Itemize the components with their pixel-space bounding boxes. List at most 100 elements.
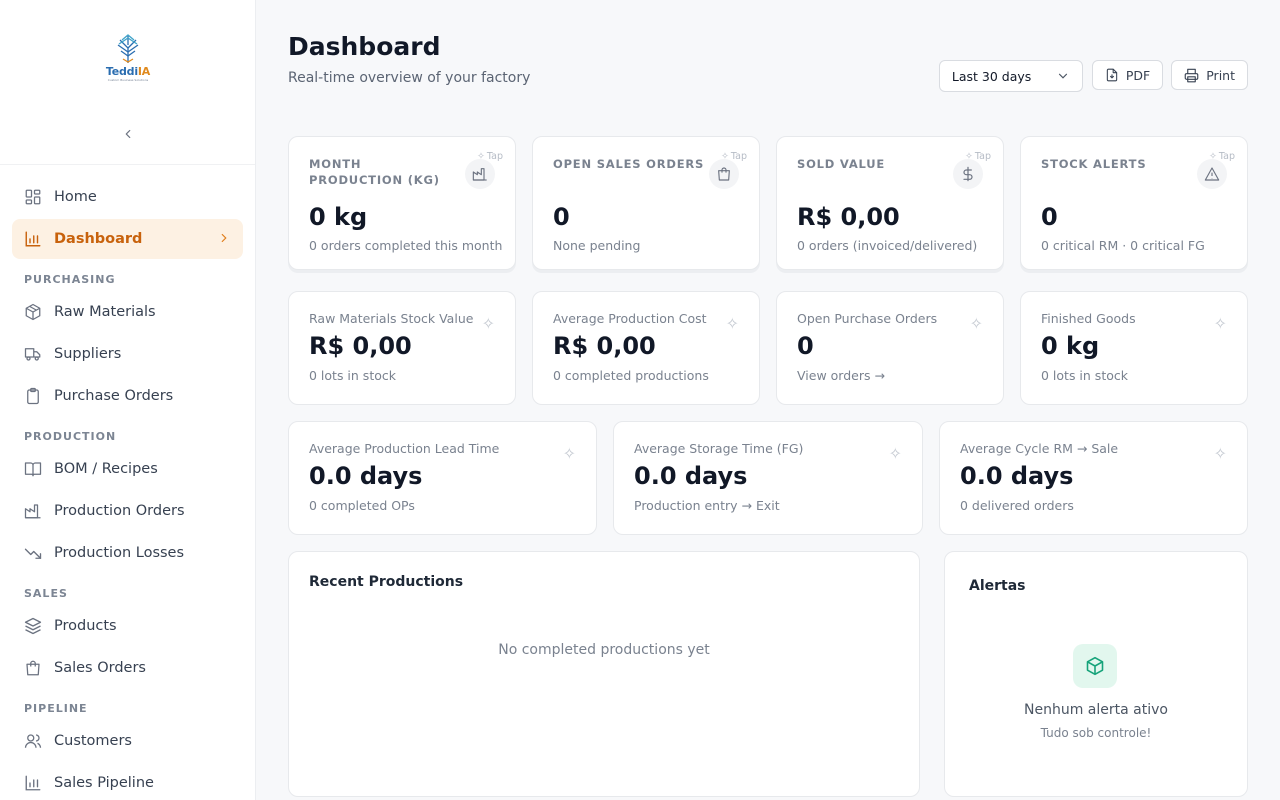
warning-triangle-icon <box>1197 159 1227 189</box>
metric-value: 0.0 days <box>960 462 1074 490</box>
metric-value: R$ 0,00 <box>309 332 412 360</box>
sidebar-item-label: Purchase Orders <box>54 388 174 404</box>
layout-grid-icon <box>24 188 42 206</box>
sidebar-item-home[interactable]: Home <box>12 177 243 217</box>
sidebar-item-products[interactable]: Products <box>12 606 243 646</box>
sparkle-icon: ✧ <box>888 444 902 463</box>
kpi-value: R$ 0,00 <box>797 203 900 231</box>
book-open-icon <box>24 460 42 478</box>
kpi-sub: 0 orders completed this month <box>309 238 503 253</box>
sparkle-icon: ✧ <box>1213 314 1227 333</box>
kpi-card-month-production[interactable]: ✧ Tap MONTH PRODUCTION (KG) 0 kg 0 orders… <box>288 136 516 270</box>
sidebar-item-production-orders[interactable]: Production Orders <box>12 491 243 531</box>
metric-value: 0 <box>797 332 814 360</box>
file-download-icon <box>1106 68 1118 82</box>
metric-sub: Production entry → Exit <box>634 498 780 513</box>
kpi-value: 0 <box>1041 203 1058 231</box>
metric-label: Finished Goods <box>1041 311 1136 326</box>
sidebar-item-sales-pipeline[interactable]: Sales Pipeline <box>12 763 243 800</box>
sidebar-item-purchase-orders[interactable]: Purchase Orders <box>12 376 243 416</box>
kpi-sub: 0 critical RM · 0 critical FG <box>1041 238 1205 253</box>
sidebar-item-production-losses[interactable]: Production Losses <box>12 533 243 573</box>
alerts-panel: Alertas Nenhum alerta ativo Tudo sob con… <box>944 551 1248 797</box>
sidebar-item-label: Dashboard <box>54 231 143 247</box>
empty-state-text: No completed productions yet <box>498 642 710 658</box>
bar-chart-icon <box>24 774 42 792</box>
sidebar-item-label: Production Orders <box>54 503 185 519</box>
kpi-card-sold-value[interactable]: ✧ Tap SOLD VALUE R$ 0,00 0 orders (invoic… <box>776 136 1004 270</box>
view-orders-link[interactable]: View orders → <box>797 368 885 383</box>
period-select[interactable]: Last 30 days <box>938 60 1083 92</box>
page-subtitle: Real-time overview of your factory <box>288 70 531 86</box>
metric-sub: 0 lots in stock <box>309 368 396 383</box>
pdf-button[interactable]: PDF <box>1091 60 1164 90</box>
collapse-sidebar-button[interactable] <box>118 124 138 144</box>
sidebar-item-label: Raw Materials <box>54 304 156 320</box>
metric-label: Average Production Cost <box>553 311 707 326</box>
bar-chart-icon <box>24 230 42 248</box>
kpi-card-stock-alerts[interactable]: ✧ Tap STOCK ALERTS 0 0 critical RM · 0 cr… <box>1020 136 1248 270</box>
sidebar-item-label: BOM / Recipes <box>54 461 158 477</box>
kpi-label: STOCK ALERTS <box>1041 157 1147 171</box>
alerts-empty-text: Nenhum alerta ativo <box>1024 702 1168 718</box>
trending-down-icon <box>24 544 42 562</box>
section-sales: SALES <box>24 587 68 600</box>
pdf-button-label: PDF <box>1125 67 1151 83</box>
print-button[interactable]: Print <box>1171 60 1248 90</box>
dollar-icon <box>953 159 983 189</box>
sidebar-item-label: Products <box>54 618 117 634</box>
brand-tagline: Custom Business Solutions <box>107 78 149 82</box>
package-check-icon <box>1073 644 1117 688</box>
clipboard-icon <box>24 387 42 405</box>
sidebar-item-customers[interactable]: Customers <box>12 721 243 761</box>
metric-value: 0.0 days <box>634 462 748 490</box>
metric-card-avg-production-cost[interactable]: Average Production Cost ✧ R$ 0,00 0 comp… <box>532 291 760 405</box>
sidebar-item-dashboard[interactable]: Dashboard <box>12 219 243 259</box>
brand-name: TeddiIA <box>105 65 151 78</box>
shopping-bag-icon <box>24 659 42 677</box>
alerts-empty-subtext: Tudo sob controle! <box>1040 726 1152 740</box>
metric-card-cycle[interactable]: Average Cycle RM → Sale ✧ 0.0 days 0 del… <box>939 421 1248 535</box>
users-icon <box>24 732 42 750</box>
metric-label: Average Storage Time (FG) <box>634 441 804 456</box>
sparkle-icon: ✧ <box>1213 444 1227 463</box>
factory-icon <box>24 502 42 520</box>
sidebar-item-label: Suppliers <box>54 346 122 362</box>
sparkle-icon: ✧ <box>481 314 495 333</box>
metric-value: 0.0 days <box>309 462 423 490</box>
section-pipeline: PIPELINE <box>24 702 88 715</box>
chevron-right-icon <box>217 231 231 249</box>
printer-icon <box>1184 68 1199 82</box>
section-production: PRODUCTION <box>24 430 117 443</box>
tree-logo-icon <box>117 34 139 63</box>
kpi-card-open-sales-orders[interactable]: ✧ Tap OPEN SALES ORDERS 0 None pending <box>532 136 760 270</box>
metric-card-open-purchase-orders[interactable]: Open Purchase Orders ✧ 0 View orders → <box>776 291 1004 405</box>
section-purchasing: PURCHASING <box>24 273 116 286</box>
kpi-sub: 0 orders (invoiced/delivered) <box>797 238 978 253</box>
sidebar-item-label: Customers <box>54 733 132 749</box>
sidebar-item-raw-materials[interactable]: Raw Materials <box>12 292 243 332</box>
kpi-label: MONTH PRODUCTION (KG) <box>309 157 440 187</box>
brand-logo[interactable]: TeddiIA Custom Business Solutions <box>100 34 156 88</box>
metric-sub: 0 delivered orders <box>960 498 1074 513</box>
kpi-value: 0 kg <box>309 203 368 231</box>
kpi-sub: None pending <box>553 238 641 253</box>
chevron-left-icon <box>125 129 131 139</box>
sidebar-item-suppliers[interactable]: Suppliers <box>12 334 243 374</box>
sidebar-item-label: Sales Orders <box>54 660 146 676</box>
metric-sub: 0 completed productions <box>553 368 709 383</box>
metric-card-storage-time[interactable]: Average Storage Time (FG) ✧ 0.0 days Pro… <box>613 421 923 535</box>
sparkle-icon: ✧ <box>725 314 739 333</box>
metric-label: Open Purchase Orders <box>797 311 938 326</box>
panel-title: Recent Productions <box>309 574 464 590</box>
period-select-value: Last 30 days <box>951 68 1032 84</box>
metric-card-finished-goods[interactable]: Finished Goods ✧ 0 kg 0 lots in stock <box>1020 291 1248 405</box>
metric-card-rm-stock-value[interactable]: Raw Materials Stock Value ✧ R$ 0,00 0 lo… <box>288 291 516 405</box>
recent-productions-panel: Recent Productions No completed producti… <box>288 551 920 797</box>
metric-card-lead-time[interactable]: Average Production Lead Time ✧ 0.0 days … <box>288 421 597 535</box>
kpi-label: SOLD VALUE <box>797 157 886 171</box>
sidebar-item-sales-orders[interactable]: Sales Orders <box>12 648 243 688</box>
metric-sub: 0 completed OPs <box>309 498 415 513</box>
sidebar-item-bom-recipes[interactable]: BOM / Recipes <box>12 449 243 489</box>
main-content: Dashboard Real-time overview of your fac… <box>256 0 1280 800</box>
